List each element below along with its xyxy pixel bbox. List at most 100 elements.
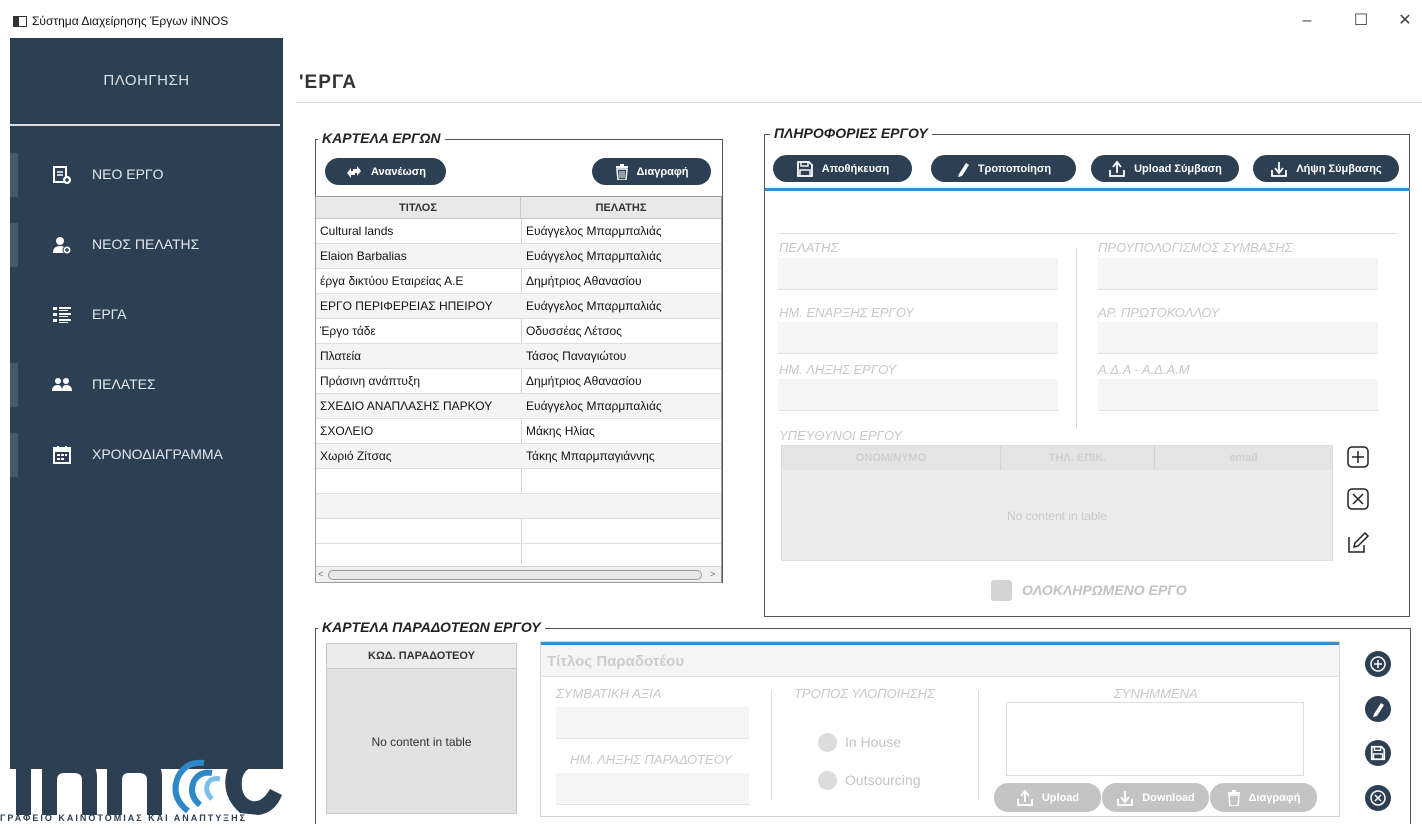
maximize-button[interactable]: ☐ <box>1346 10 1376 32</box>
column-header-email[interactable]: email <box>1155 446 1332 470</box>
attachment-delete-button[interactable]: Διαγραφή <box>1210 783 1317 812</box>
add-user-icon <box>53 237 72 255</box>
scroll-right-arrow[interactable]: > <box>710 569 715 579</box>
cell-title: Πράσινη ανάπτυξη <box>320 374 421 388</box>
in-house-label: In House <box>845 734 902 750</box>
start-date-label: ΗΜ. ΕΝΑΡΞΗΣ ΕΡΓΟΥ <box>779 305 914 320</box>
refresh-icon <box>346 165 361 178</box>
scroll-left-arrow[interactable]: < <box>318 569 323 579</box>
table-row[interactable]: Πλατεία Τάσος Παναγιώτου <box>316 344 721 369</box>
contract-value-field[interactable] <box>556 707 749 739</box>
table-row[interactable] <box>316 519 721 544</box>
scrollbar-thumb[interactable] <box>328 570 702 580</box>
responsible-table: ΟΝΟΜ/ΝΥΜΟ ΤΗΛ. ΕΠΙΚ. email No content in… <box>781 445 1333 561</box>
table-row[interactable] <box>316 494 721 519</box>
start-date-field[interactable] <box>778 322 1058 354</box>
upload-label: Upload <box>1041 791 1080 804</box>
modify-project-button[interactable]: Τροποποίηση <box>931 155 1076 182</box>
budget-field[interactable] <box>1098 258 1378 290</box>
refresh-button[interactable]: Ανανέωση <box>325 158 446 185</box>
table-row[interactable]: Elaion Barbalias Ευάγγελος Μπαρμπαλιάς <box>316 244 721 269</box>
download-icon <box>1271 161 1288 177</box>
pencil-icon <box>1373 703 1384 717</box>
sidebar-item-clients[interactable]: ΠΕΛΑΤΕΣ <box>10 363 283 407</box>
attachments-list[interactable] <box>1006 702 1304 776</box>
cell-title: Πλατεία <box>320 349 362 363</box>
cell-title: Χωριό Ζίτσας <box>320 449 392 463</box>
table-row[interactable]: έργα δικτύου Εταιρείας Α.Ε Δημήτριος Αθαν… <box>316 269 721 294</box>
implementation-method-label: ΤΡΟΠΟΣ ΥΛΟΠΟΙΗΣΗΣ <box>794 686 935 701</box>
attachment-upload-button[interactable]: Upload <box>994 783 1101 812</box>
table-row[interactable]: ΣΧΕΔΙΟ ΑΝΑΠΛΑΣΗΣ ΠΑΡΚΟΥ Ευάγγελος Μπαρμπα… <box>316 394 721 419</box>
responsible-label: ΥΠΕΥΘΥΝΟΙ ΕΡΓΟΥ <box>779 428 903 443</box>
ada-field[interactable] <box>1098 379 1378 411</box>
cell-client: Ευάγγελος Μπαρμπαλιάς <box>526 299 662 313</box>
trash-icon <box>1227 789 1240 806</box>
cancel-deliverable-button[interactable] <box>1365 785 1391 811</box>
table-row[interactable]: Χωριό Ζίτσας Τάκης Μπαρμπαγιάννης <box>316 444 721 469</box>
add-responsible-icon[interactable] <box>1347 446 1369 468</box>
sidebar-item-new-project[interactable]: ΝΕΟ ΕΡΓΟ <box>10 153 283 197</box>
window-titlebar: Σύστημα Διαχείρησης Έργων iNNOS – ☐ ✕ <box>0 0 1422 38</box>
column-header-phone[interactable]: ΤΗΛ. ΕΠΙΚ. <box>1001 446 1155 470</box>
download-contract-button[interactable]: Λήψη Σύμβασης <box>1253 155 1399 182</box>
attachments-label: ΣΥΝΗΜΜΕΝΑ <box>1114 686 1198 701</box>
cell-title: Elaion Barbalias <box>320 249 407 263</box>
deliverable-end-field[interactable] <box>556 773 749 805</box>
sidebar-item-label: ΝΕΟ ΕΡΓΟ <box>92 166 164 182</box>
save-deliverable-button[interactable] <box>1365 740 1391 766</box>
horizontal-scrollbar[interactable]: < > <box>316 566 721 582</box>
cell-title: Έργο τάδε <box>320 324 376 338</box>
completed-checkbox[interactable] <box>991 580 1012 601</box>
end-date-field[interactable] <box>778 379 1058 411</box>
attachment-download-button[interactable]: Download <box>1102 783 1209 812</box>
download-contract-label: Λήψη Σύμβασης <box>1296 162 1382 175</box>
table-row[interactable]: Cultural lands Ευάγγελος Μπαρμπαλιάς <box>316 219 721 244</box>
save-project-button[interactable]: Αποθήκευση <box>773 155 912 182</box>
cell-title: έργα δικτύου Εταιρείας Α.Ε <box>320 274 464 288</box>
deliverable-title-field[interactable]: Τίτλος Παραδοτέου <box>541 645 1339 677</box>
upload-contract-button[interactable]: Upload Σύμβαση <box>1091 155 1239 182</box>
column-header-code[interactable]: ΚΩΔ. ΠΑΡΑΔΟΤΕΟΥ <box>327 644 516 669</box>
add-deliverable-button[interactable] <box>1365 651 1391 677</box>
table-row[interactable]: Έργο τάδε Οδυσσέας Λέτσος <box>316 319 721 344</box>
sidebar-item-label: ΕΡΓΑ <box>92 306 127 322</box>
deliverable-title-placeholder: Τίτλος Παραδοτέου <box>547 653 685 670</box>
close-button[interactable]: ✕ <box>1390 10 1420 32</box>
sidebar-item-schedule[interactable]: ΧΡΟΝΟΔΙΑΓΡΑΜΜΑ <box>10 433 283 477</box>
sidebar-item-projects[interactable]: ΕΡΓΑ <box>10 293 283 337</box>
projects-table: ΤΙΤΛΟΣ ΠΕΛΑΤΗΣ Cultural lands Ευάγγελος Μ… <box>315 196 722 583</box>
table-row[interactable]: Πράσινη ανάπτυξη Δημήτριος Αθανασίου <box>316 369 721 394</box>
delete-label: Διαγραφή <box>636 165 689 178</box>
sidebar-item-new-client[interactable]: ΝΕΟΣ ΠΕΛΑΤΗΣ <box>10 223 283 267</box>
cell-client: Τάσος Παναγιώτου <box>526 349 627 363</box>
edit-deliverable-button[interactable] <box>1365 696 1391 722</box>
end-date-label: ΗΜ. ΛΗΞΗΣ ΕΡΓΟΥ <box>779 362 897 377</box>
cell-client: Μάκης Ηλίας <box>526 424 595 438</box>
delete-project-button[interactable]: Διαγραφή <box>592 158 711 185</box>
save-icon <box>796 160 813 177</box>
edit-responsible-icon[interactable] <box>1346 531 1370 555</box>
column-header-client[interactable]: ΠΕΛΑΤΗΣ <box>521 197 721 219</box>
table-row[interactable] <box>316 469 721 494</box>
table-row[interactable]: ΕΡΓΟ ΠΕΡΙΦΕΡΕΙΑΣ ΗΠΕΙΡΟΥ Ευάγγελος Μπαρμπ… <box>316 294 721 319</box>
column-header-title[interactable]: ΤΙΤΛΟΣ <box>316 197 521 219</box>
table-row[interactable]: ΣΧΟΛΕΙΟ Μάκης Ηλίας <box>316 419 721 444</box>
outsourcing-radio[interactable] <box>818 771 837 790</box>
upload-contract-label: Upload Σύμβαση <box>1134 162 1222 175</box>
upload-icon <box>1016 789 1033 806</box>
in-house-radio[interactable] <box>818 733 837 752</box>
client-field[interactable] <box>778 258 1058 290</box>
completed-label: ΟΛΟΚΛΗΡΩΜΕΝΟ ΕΡΓΟ <box>1022 582 1187 598</box>
deliverable-end-label: ΗΜ. ΛΗΞΗΣ ΠΑΡΑΔΟΤΕΟΥ <box>570 752 732 767</box>
budget-label: ΠΡΟΥΠΟΛΟΓΙΣΜΟΣ ΣΥΜΒΑΣΗΣ <box>1098 240 1293 255</box>
cell-client: Ευάγγελος Μπαρμπαλιάς <box>526 399 662 413</box>
remove-responsible-icon[interactable] <box>1347 488 1369 510</box>
protocol-field[interactable] <box>1098 322 1378 354</box>
deliverables-empty-text: No content in table <box>371 735 472 749</box>
column-header-name[interactable]: ΟΝΟΜ/ΝΥΜΟ <box>782 446 1001 470</box>
sidebar-item-label: ΝΕΟΣ ΠΕΛΑΤΗΣ <box>92 236 200 252</box>
cell-client: Ευάγγελος Μπαρμπαλιάς <box>526 224 662 238</box>
minimize-button[interactable]: – <box>1292 10 1322 32</box>
list-icon <box>53 307 71 323</box>
